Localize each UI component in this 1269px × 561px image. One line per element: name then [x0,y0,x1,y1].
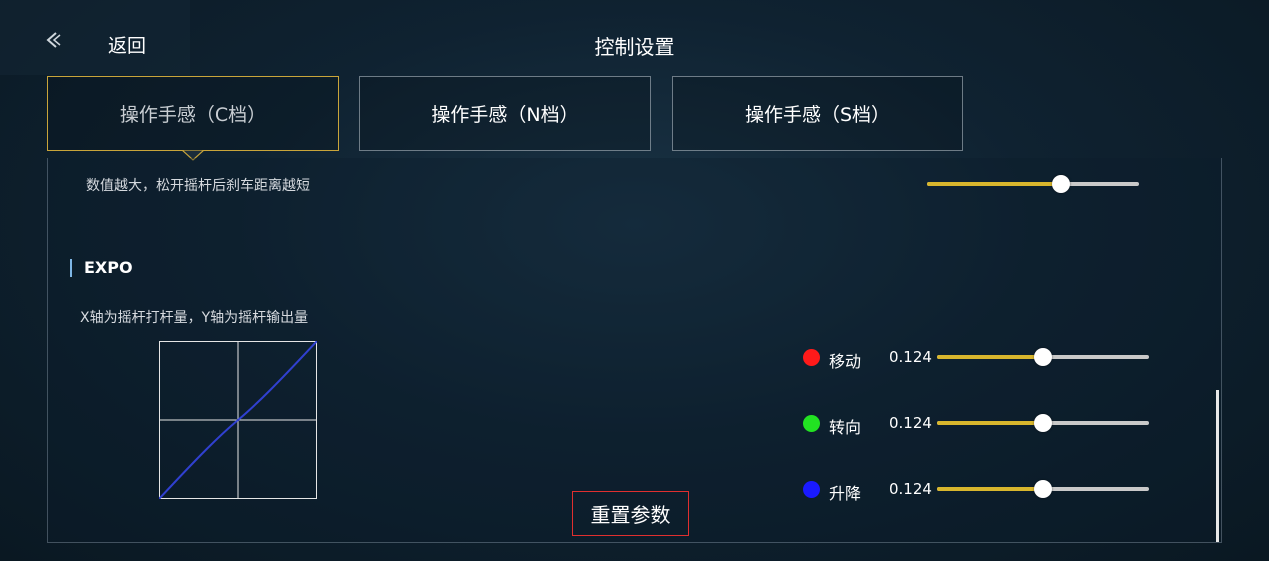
slider-knob[interactable] [1034,480,1052,498]
lift-expo-slider[interactable] [937,479,1149,499]
color-dot [803,481,820,498]
expo-description: X轴为摇杆打杆量，Y轴为摇杆输出量 [80,310,309,326]
tab-label: 操作手感（S档） [744,104,891,126]
expo-curve-graph [159,341,317,499]
channel-label: 转向 [829,418,862,437]
move-expo-slider[interactable] [937,347,1149,367]
turn-expo-slider[interactable] [937,413,1149,433]
slider-knob[interactable] [1034,414,1052,432]
channel-value: 0.124 [889,414,932,432]
tab-label: 操作手感（C档） [119,104,267,126]
slider-knob[interactable] [1034,348,1052,366]
slider-fill [937,487,1043,491]
top-bar: 返回 控制设置 [0,0,1269,75]
slider-fill [937,421,1043,425]
brake-description: 数值越大，松开摇杆后刹车距离越短 [86,178,310,194]
tab-handling-s[interactable]: 操作手感（S档） [672,76,963,151]
channel-value: 0.124 [889,348,932,366]
panel-scrollbar[interactable] [1216,390,1219,542]
brake-slider[interactable] [927,174,1139,194]
slider-knob[interactable] [1052,175,1070,193]
color-dot [803,349,820,366]
tab-label: 操作手感（N档） [431,104,579,126]
tab-handling-c[interactable]: 操作手感（C档） [47,76,339,161]
channel-value: 0.124 [889,480,932,498]
channel-label: 移动 [829,352,862,371]
channel-label: 升降 [829,484,862,503]
tab-handling-n[interactable]: 操作手感（N档） [359,76,651,151]
color-dot [803,415,820,432]
expo-section-title: EXPO [70,259,133,277]
slider-fill [927,182,1061,186]
slider-fill [937,355,1043,359]
page-title: 控制设置 [594,35,675,59]
reset-parameters-button[interactable]: 重置参数 [572,491,689,536]
